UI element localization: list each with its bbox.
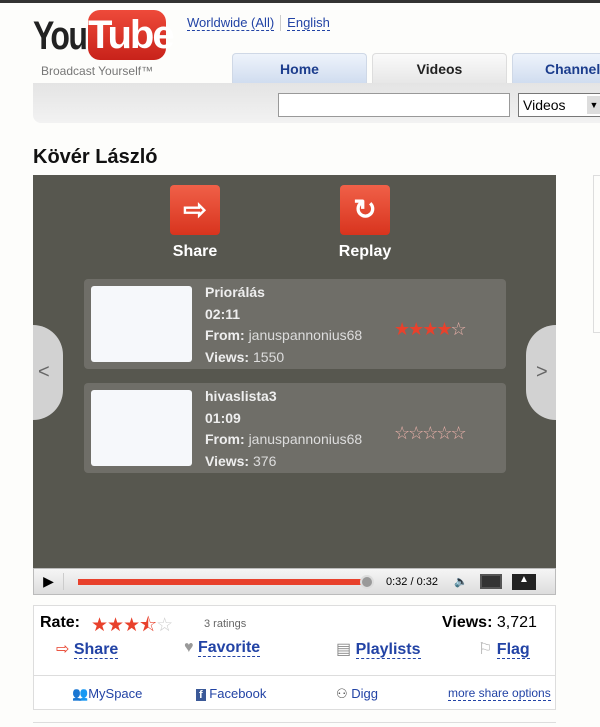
chevron-right-icon[interactable]: > xyxy=(526,325,556,420)
share-action[interactable]: ⇨ Share xyxy=(56,639,119,659)
volume-icon[interactable]: 🔈 xyxy=(446,575,476,588)
flag-link[interactable]: Flag xyxy=(496,641,530,659)
from-label: From: xyxy=(205,327,245,343)
video-title: Kövér László xyxy=(33,146,158,168)
locale-links: Worldwide (All) English xyxy=(187,15,330,31)
playlists-link[interactable]: Playlists xyxy=(355,641,421,659)
play-icon[interactable]: ▶ xyxy=(34,573,64,590)
facebook-share[interactable]: f Facebook xyxy=(196,686,266,701)
search-type-value: Videos xyxy=(523,97,566,113)
divider xyxy=(34,675,555,676)
playlist-icon: ▤ xyxy=(336,641,352,658)
player-controls: ▶ 0:32 / 0:32 🔈 ▲ xyxy=(33,568,556,595)
myspace-share[interactable]: 👥MySpace xyxy=(72,686,142,702)
from-label: From: xyxy=(205,431,245,447)
search-type-select[interactable]: Videos ▼ xyxy=(518,93,600,117)
digg-label: Digg xyxy=(351,686,379,701)
myspace-label: MySpace xyxy=(88,686,143,701)
digg-icon: ⚇ xyxy=(336,686,348,701)
sidebar-box xyxy=(593,175,600,333)
flag-action[interactable]: ⚐ Flag xyxy=(478,639,530,659)
scrubber-handle[interactable] xyxy=(360,574,374,589)
share-end-button[interactable]: ⇨ Share xyxy=(155,185,235,261)
flag-icon: ⚐ xyxy=(478,641,493,658)
next-panel xyxy=(33,722,556,727)
facebook-icon: f xyxy=(196,689,206,701)
related-duration: 01:09 xyxy=(205,409,241,426)
youtube-logo[interactable]: You Tube Broadcast Yourself™ xyxy=(33,10,175,80)
view-count: 3,721 xyxy=(496,614,537,631)
video-thumbnail[interactable] xyxy=(91,286,192,362)
heart-icon: ♥ xyxy=(184,639,194,656)
language-link[interactable]: English xyxy=(287,15,330,31)
chevron-down-icon: ▼ xyxy=(587,96,600,114)
playlists-action[interactable]: ▤ Playlists xyxy=(336,639,421,659)
related-views: 376 xyxy=(253,452,277,469)
myspace-icon: 👥 xyxy=(72,686,89,701)
related-video[interactable]: hivaslista3 01:09 From: januspannonius68 Vi… xyxy=(84,383,506,473)
replay-icon: ↻ xyxy=(340,185,390,235)
related-author: januspannonius68 xyxy=(248,327,363,343)
chevron-left-icon[interactable]: < xyxy=(33,325,63,420)
share-label: Share xyxy=(172,243,218,260)
digg-share[interactable]: ⚇ Digg xyxy=(336,686,378,702)
video-player[interactable] xyxy=(33,175,556,568)
time-display: 0:32 / 0:32 xyxy=(386,575,438,588)
views-label: Views: xyxy=(205,348,250,365)
share-icon: ⇨ xyxy=(170,185,220,235)
views-label: Views: xyxy=(442,614,493,631)
related-title[interactable]: Priorálás xyxy=(205,284,265,300)
video-info-panel: Rate: ★★★⯪☆ 3 ratings Views: 3,721 ⇨ Sha… xyxy=(33,605,556,710)
share-link[interactable]: Share xyxy=(73,641,119,659)
progress-bar[interactable] xyxy=(78,574,374,589)
facebook-label: Facebook xyxy=(209,686,267,701)
star-rating: ☆☆☆☆☆ xyxy=(394,423,467,443)
top-border xyxy=(0,0,600,3)
related-duration: 02:11 xyxy=(205,305,241,322)
logo-you: You xyxy=(33,14,88,58)
tab-channels[interactable]: Channels xyxy=(512,53,600,84)
logo-tube: Tube xyxy=(88,10,175,60)
tab-videos[interactable]: Videos xyxy=(372,53,507,84)
rate-label: Rate: xyxy=(40,614,81,631)
divider xyxy=(280,15,282,31)
views-label: Views: xyxy=(205,452,250,469)
favorite-link[interactable]: Favorite xyxy=(197,639,261,657)
related-views: 1550 xyxy=(253,348,285,365)
fullscreen-icon[interactable]: ▲ xyxy=(512,573,536,590)
related-title[interactable]: hivaslista3 xyxy=(205,388,277,404)
related-video[interactable]: Priorálás 02:11 From: januspannonius68 View… xyxy=(84,279,506,369)
more-share-options-link[interactable]: more share options xyxy=(448,686,551,701)
search-input[interactable] xyxy=(278,93,510,117)
related-author: januspannonius68 xyxy=(248,431,363,447)
region-link[interactable]: Worldwide (All) xyxy=(187,15,275,31)
favorite-action[interactable]: ♥ Favorite xyxy=(184,639,261,657)
window-size-icon[interactable] xyxy=(480,574,502,589)
tab-home[interactable]: Home xyxy=(232,53,367,84)
share-icon: ⇨ xyxy=(56,641,70,658)
video-thumbnail[interactable] xyxy=(91,390,192,466)
logo-tagline: Broadcast Yourself™ xyxy=(41,64,154,78)
replay-button[interactable]: ↻ Replay xyxy=(325,185,405,261)
star-rating: ★★★★☆ xyxy=(394,319,467,339)
ratings-count: 3 ratings xyxy=(204,618,247,630)
replay-label: Replay xyxy=(338,243,392,260)
